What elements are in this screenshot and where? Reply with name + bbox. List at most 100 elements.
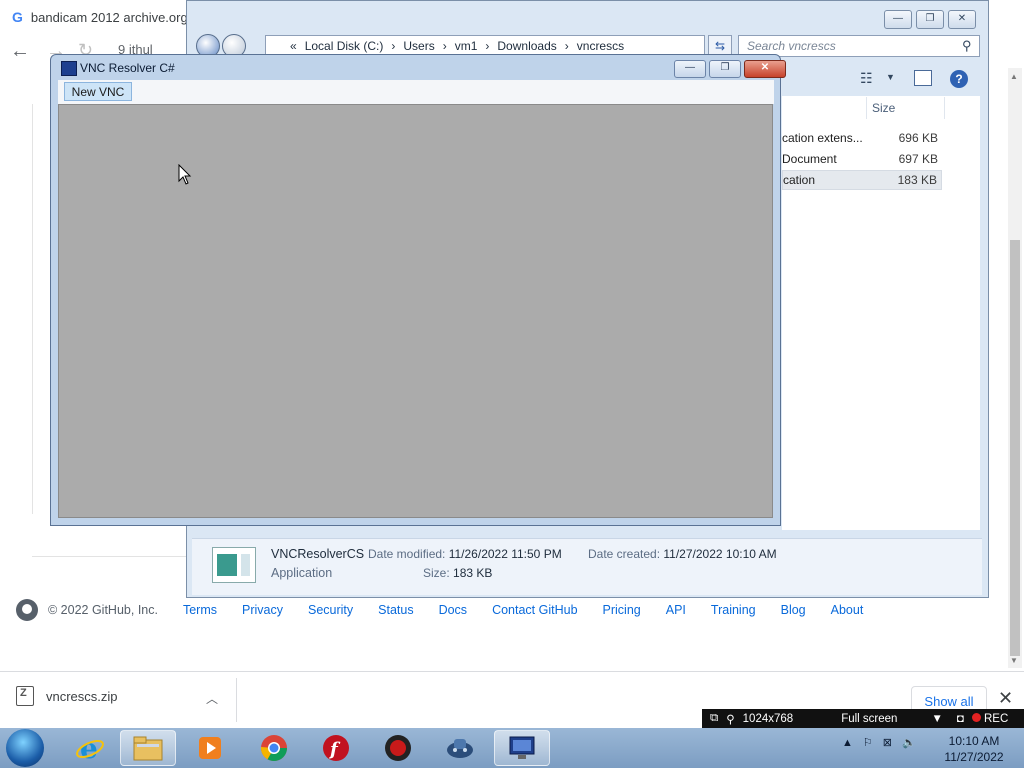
file-size: 697 KB [898,152,938,166]
column-header-size[interactable]: Size [872,101,895,115]
chrome-icon[interactable] [246,730,302,766]
menu-bar [58,80,774,104]
chevron-down-icon[interactable]: ▼ [886,72,895,82]
footer-link-api[interactable]: API [666,603,686,617]
app-window-icon[interactable] [61,61,77,76]
file-row[interactable]: cation extens... 696 KB [782,128,942,148]
vpn-agent-icon[interactable] [432,730,488,766]
capture-mode[interactable]: Full screen [841,713,897,725]
vnc-resolver-taskbar-icon[interactable] [494,730,550,766]
breadcrumb-item[interactable]: Local Disk (C:) [305,39,384,53]
maximize-button[interactable]: ❐ [916,10,944,29]
volume-icon[interactable]: 🔈 [902,736,916,749]
zip-file-icon [16,686,34,706]
breadcrumb-item[interactable]: Downloads [497,39,556,53]
footer-link-blog[interactable]: Blog [781,603,806,617]
github-icon[interactable] [16,599,38,621]
footer-link-security[interactable]: Security [308,603,353,617]
page-scrollbar-thumb[interactable] [1010,240,1020,656]
action-center-icon[interactable]: ⚐ [863,736,873,749]
minimize-button[interactable]: — [674,60,706,78]
media-player-icon[interactable] [182,730,238,766]
close-button[interactable]: ✕ [948,10,976,29]
show-hidden-icons-icon[interactable]: ▲ [842,737,853,749]
breadcrumb-separator[interactable]: › [565,39,569,53]
download-item[interactable]: vncrescs.zip [16,686,118,706]
taskbar-clock[interactable]: 10:10 AM 11/27/2022 [934,733,1014,765]
breadcrumb-item[interactable]: vncrescs [577,39,624,53]
network-icon[interactable]: ⊠ [883,736,892,749]
footer-link-terms[interactable]: Terms [183,603,217,617]
file-size: 183 KB [897,173,937,187]
date-modified-label: Date modified: [368,547,446,561]
file-type: cation extens... [782,131,863,145]
search-icon[interactable]: ⚲ [726,712,734,726]
page-divider [32,556,192,557]
footer-link-training[interactable]: Training [711,603,756,617]
new-vnc-menu-item[interactable]: New VNC [64,82,132,101]
system-tray: ▲ ⚐ ⊠ 🔈 [842,736,916,750]
chevron-down-icon[interactable]: ▼ [931,713,942,725]
file-type: cation [783,173,816,187]
column-divider[interactable] [944,97,945,119]
clock-time: 10:10 AM [948,734,1000,748]
search-icon[interactable]: ⚲ [962,38,972,54]
browser-tab[interactable]: G bandicam 2012 archive.org [12,4,192,30]
svg-text:e: e [80,733,98,763]
breadcrumb-overflow[interactable]: « [290,39,297,53]
view-options-icon[interactable]: ☷ [860,70,873,87]
help-icon[interactable]: ? [950,70,968,88]
file-type: Document [782,152,837,166]
close-icon[interactable]: ✕ [998,688,1013,709]
chevron-up-icon[interactable]: ︿ [206,690,218,707]
breadcrumb-separator[interactable]: › [443,39,447,53]
rec-button[interactable]: REC [971,712,1009,725]
scroll-down-icon[interactable]: ▼ [1010,656,1018,665]
close-button[interactable]: ✕ [744,60,786,78]
size-value: 183 KB [453,566,493,580]
github-footer: © 2022 GitHub, Inc. Terms Privacy Securi… [16,598,863,622]
flash-player-icon[interactable]: f [308,730,364,766]
footer-link-docs[interactable]: Docs [439,603,467,617]
application-icon [212,547,256,583]
breadcrumb-item[interactable]: Users [403,39,434,53]
date-created-label: Date created: [588,547,661,561]
minimize-button[interactable]: — [884,10,912,29]
google-icon: G [12,9,23,25]
clock-date: 11/27/2022 [944,750,1004,764]
file-size: 696 KB [898,131,938,145]
file-row-selected[interactable]: cation 183 KB [782,170,942,190]
back-arrow-icon[interactable]: ← [10,40,34,64]
file-explorer-icon[interactable] [120,730,176,766]
breadcrumb-separator[interactable]: › [391,39,395,53]
breadcrumb-separator[interactable]: › [485,39,489,53]
date-created-value: 11/27/2022 10:10 AM [663,547,777,561]
footer-link-privacy[interactable]: Privacy [242,603,283,617]
column-divider[interactable] [866,97,867,119]
footer-link-status[interactable]: Status [378,603,413,617]
window-title: VNC Resolver C# [80,61,175,75]
internet-explorer-icon[interactable]: e [62,730,118,766]
file-row[interactable]: Document 697 KB [782,149,942,169]
camera-icon[interactable]: ◘ [957,713,964,725]
rec-label: REC [983,712,1009,725]
window-mode-icon[interactable]: ⧉ [710,712,718,725]
maximize-button[interactable]: ❐ [709,60,741,78]
start-button-icon[interactable] [6,729,44,767]
footer-link-contact[interactable]: Contact GitHub [492,603,577,617]
details-size: Size: 183 KB [423,566,492,580]
vnc-window-controls: — ❐ ✕ [674,60,786,78]
scroll-up-icon[interactable]: ▲ [1010,72,1018,81]
bandicam-icon[interactable] [370,730,426,766]
record-icon [971,712,981,722]
download-divider [236,678,237,722]
details-file-name: VNCResolverCS [271,547,365,561]
mdi-client-area[interactable] [58,104,773,518]
details-file-type: Application [271,566,333,580]
details-date-created: Date created: 11/27/2022 10:10 AM [588,547,777,561]
footer-link-pricing[interactable]: Pricing [603,603,641,617]
breadcrumb-item[interactable]: vm1 [455,39,478,53]
preview-pane-icon[interactable] [914,70,932,86]
tab-title: bandicam 2012 archive.org [30,9,188,25]
footer-link-about[interactable]: About [831,603,864,617]
